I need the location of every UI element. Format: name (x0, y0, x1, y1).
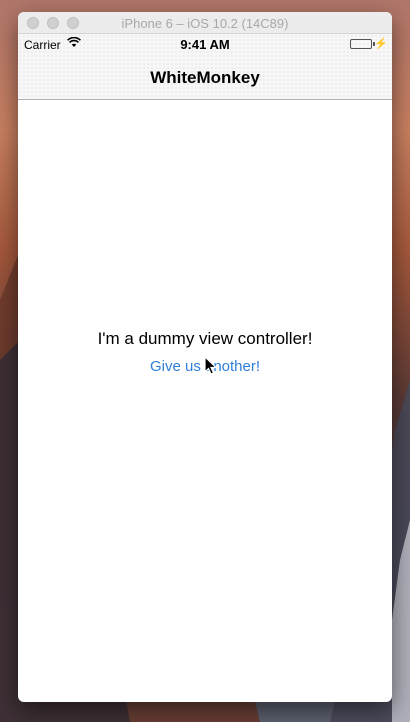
simulator-window: iPhone 6 – iOS 10.2 (14C89) Carrier 9:41… (18, 12, 392, 702)
mouse-cursor-icon (204, 356, 218, 375)
battery-icon (350, 39, 372, 49)
window-titlebar: iPhone 6 – iOS 10.2 (14C89) (18, 12, 392, 34)
window-title: iPhone 6 – iOS 10.2 (14C89) (121, 16, 289, 31)
dummy-message: I'm a dummy view controller! (97, 329, 313, 348)
main-content: I'm a dummy view controller! Give us ano… (18, 100, 392, 680)
status-time: 9:41 AM (180, 37, 230, 52)
navigation-bar: WhiteMonkey (18, 54, 392, 100)
ios-status-bar: Carrier 9:41 AM ⚡ (18, 34, 392, 54)
nav-title: WhiteMonkey (150, 68, 260, 87)
charging-bolt-icon: ⚡ (374, 38, 388, 50)
